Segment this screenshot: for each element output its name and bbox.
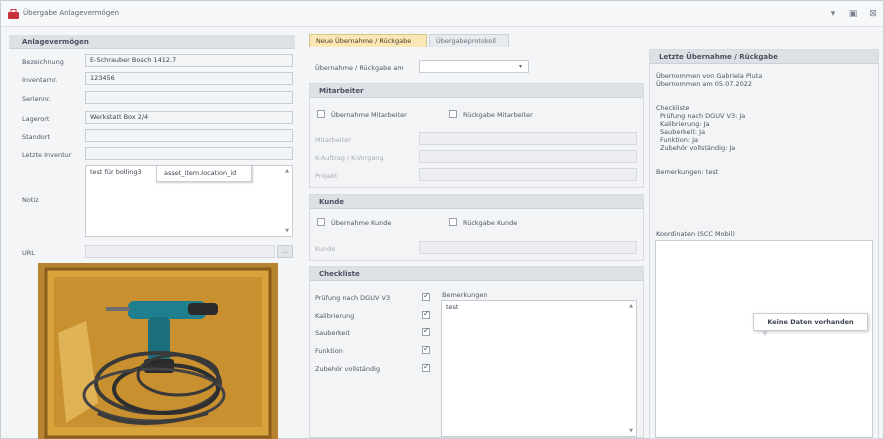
bemerkungen-text: test — [446, 303, 459, 311]
rueckgabe-kunde-checkbox[interactable] — [449, 218, 457, 226]
ellipsis-icon: … — [282, 248, 288, 255]
checklist-item-checkbox[interactable] — [422, 291, 430, 301]
kunde-field — [419, 241, 637, 254]
bemerkungen-summary: Bemerkungen: test — [656, 168, 719, 176]
inventarnr-field[interactable]: 123456 — [85, 72, 293, 85]
checklist-item-checkbox[interactable] — [422, 362, 430, 372]
field-label-lagerort: Lagerort — [22, 115, 50, 123]
asset-photo — [38, 263, 278, 439]
window-title: Übergabe Anlagevermögen — [23, 9, 120, 17]
koordinaten-map-area[interactable] — [655, 240, 873, 438]
rueckgabe-mitarbeiter-label: Rückgabe Mitarbeiter — [463, 111, 533, 119]
last-handover-header: Letzte Übernahme / Rückgabe — [650, 50, 878, 64]
field-label-url: URL — [22, 249, 35, 257]
tab-neue-uebernahme[interactable]: Neue Übernahme / Rückgabe — [309, 34, 427, 47]
field-label-bezeichnung: Bezeichnung — [22, 58, 64, 66]
uebernahme-mitarbeiter-checkbox[interactable] — [317, 110, 325, 118]
mitarbeiter-header: Mitarbeiter — [310, 84, 643, 98]
date-dropdown[interactable] — [419, 60, 529, 73]
checklist-item-label: Sauberkeit — [315, 329, 350, 337]
checkliste-header: Checkliste — [310, 267, 643, 281]
url-field[interactable] — [85, 245, 275, 258]
rueckgabe-mitarbeiter-checkbox[interactable] — [449, 110, 457, 118]
toolbox-icon — [8, 9, 19, 19]
scroll-down-icon[interactable]: ▼ — [629, 428, 633, 434]
kauftrag-field — [419, 150, 637, 163]
field-label-standort: Standort — [22, 133, 51, 141]
checkliste-summary-line: Sauberkeit: Ja — [660, 128, 706, 136]
projekt-field — [419, 168, 637, 181]
uebernommen-am-text: Übernommen am 05.07.2022 — [656, 80, 752, 88]
minimize-icon[interactable]: ▾ — [827, 8, 839, 20]
standort-field[interactable] — [85, 129, 293, 142]
field-tooltip: asset_item.location_id — [156, 165, 252, 182]
lagerort-field[interactable]: Werkstatt Box 2/4 — [85, 111, 293, 124]
projekt-field-label: Projekt — [315, 172, 338, 180]
rueckgabe-kunde-label: Rückgabe Kunde — [463, 219, 518, 227]
uebernahme-kunde-label: Übernahme Kunde — [331, 219, 392, 227]
checkliste-summary-label: Checkliste — [656, 104, 690, 112]
asset-panel-header: Anlagevermögen — [9, 35, 295, 49]
no-data-balloon: Keine Daten vorhanden — [753, 313, 868, 331]
notiz-text: test für bolling3 — [90, 168, 142, 176]
checkliste-summary-line: Zubehör vollständig: Ja — [660, 144, 736, 152]
letzte-inventur-field[interactable] — [85, 147, 293, 160]
scroll-down-icon[interactable]: ▼ — [285, 228, 289, 234]
checklist-item-label: Prüfung nach DGUV V3 — [315, 294, 391, 302]
field-label-inventarnr: Inventarnr. — [22, 76, 58, 84]
uebernahme-mitarbeiter-label: Übernahme Mitarbeiter — [331, 111, 407, 119]
maximize-icon[interactable]: ▣ — [847, 8, 859, 20]
checklist-item-checkbox[interactable] — [422, 344, 430, 354]
checkliste-summary-line: Prüfung nach DGUV V3: Ja — [660, 112, 746, 120]
seriennr-field[interactable] — [85, 91, 293, 104]
bemerkungen-label: Bemerkungen — [442, 291, 488, 299]
koordinaten-label: Koordinaten (SCC Mobil) — [656, 230, 735, 238]
checklist-item-checkbox[interactable] — [422, 309, 430, 319]
field-label-letzte-inventur: Letzte Inventur — [22, 151, 72, 159]
mitarbeiter-field — [419, 132, 637, 145]
field-label-notiz: Notiz — [22, 196, 39, 204]
date-label: Übernahme / Rückgabe am — [315, 64, 404, 72]
checklist-item-label: Kalibrierung — [315, 312, 355, 320]
scroll-up-icon[interactable]: ▲ — [629, 303, 633, 309]
close-icon[interactable]: ⊠ — [867, 8, 879, 20]
checklist-item-label: Funktion — [315, 347, 343, 355]
kauftrag-field-label: K-Auftrag / K-Vorgang — [315, 154, 384, 162]
bezeichnung-field[interactable]: E-Schrauber Bosch 1412.7 — [85, 54, 293, 67]
mitarbeiter-field-label: Mitarbeiter — [315, 136, 351, 144]
field-label-seriennr: Seriennr. — [22, 95, 51, 103]
uebernahme-kunde-checkbox[interactable] — [317, 218, 325, 226]
open-url-button[interactable]: … — [277, 245, 293, 258]
bemerkungen-textarea[interactable]: test ▲ ▼ — [441, 300, 637, 437]
uebernommen-von-text: Übernommen von Gabriela Pluta — [656, 72, 763, 80]
balloon-tail — [761, 330, 769, 336]
checkliste-summary-line: Funktion: Ja — [660, 136, 698, 144]
checklist-item-checkbox[interactable] — [422, 326, 430, 336]
scroll-up-icon[interactable]: ▲ — [285, 168, 289, 174]
kunde-field-label: Kunde — [315, 245, 336, 253]
kunde-header: Kunde — [310, 195, 643, 209]
app-window: Übergabe Anlagevermögen ▾ ▣ ⊠ Anlageverm… — [0, 0, 884, 439]
checkliste-summary-line: Kalibrierung: Ja — [660, 120, 710, 128]
dropdown-chevron-icon[interactable]: ▾ — [519, 63, 522, 70]
tab-uebergabeprotokoll[interactable]: Übergabeprotokoll — [429, 34, 509, 47]
checklist-item-label: Zubehör vollständig — [315, 365, 381, 373]
title-bar: Übergabe Anlagevermögen ▾ ▣ ⊠ — [1, 1, 883, 27]
